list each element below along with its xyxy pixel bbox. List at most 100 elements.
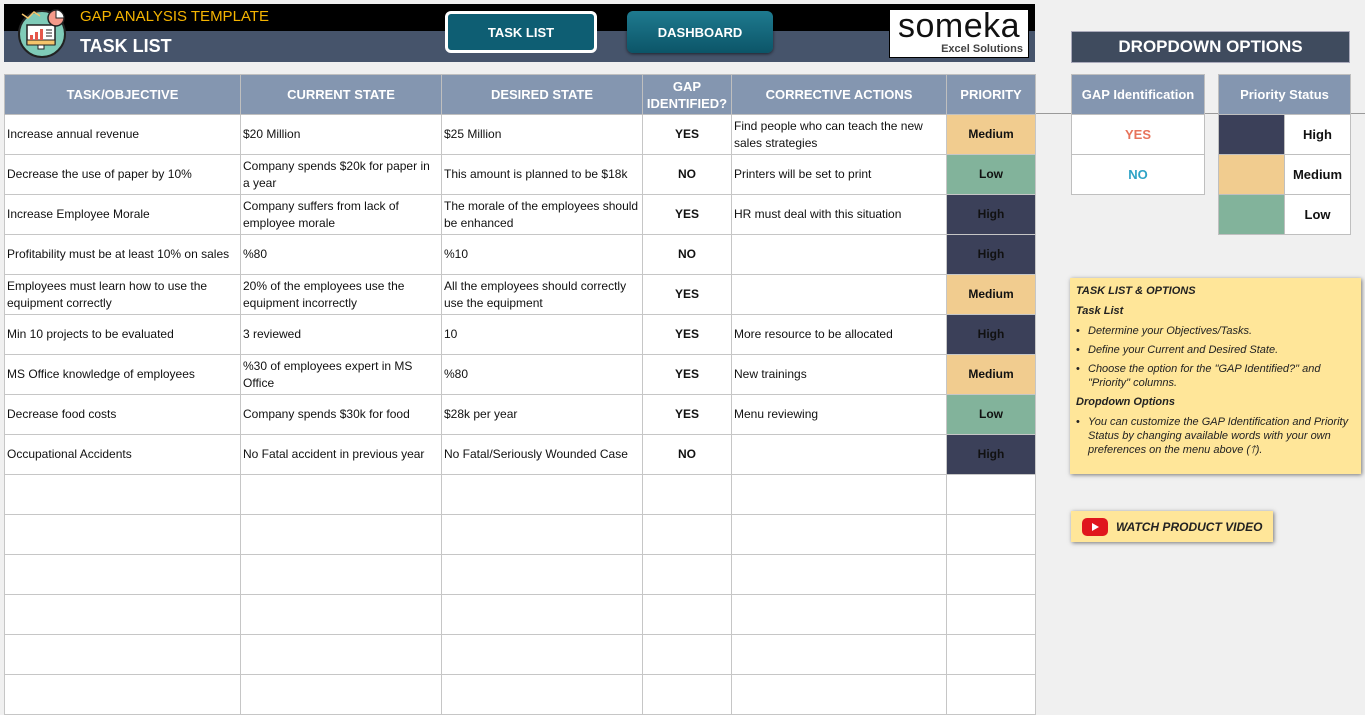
- cell-gap-identified[interactable]: [642, 474, 732, 515]
- cell-current-state[interactable]: [240, 474, 442, 515]
- cell-corrective-action[interactable]: [731, 434, 947, 475]
- cell-task[interactable]: Decrease the use of paper by 10%: [4, 154, 241, 195]
- cell-current-state[interactable]: [240, 634, 442, 675]
- cell-current-state[interactable]: %80: [240, 234, 442, 275]
- priority-option-high[interactable]: High: [1284, 114, 1351, 155]
- cell-gap-identified[interactable]: YES: [642, 194, 732, 235]
- nav-dashboard-button[interactable]: DASHBOARD: [627, 11, 773, 53]
- cell-current-state[interactable]: [240, 514, 442, 555]
- cell-priority[interactable]: High: [946, 314, 1036, 355]
- cell-desired-state[interactable]: No Fatal/Seriously Wounded Case: [441, 434, 643, 475]
- cell-priority[interactable]: [946, 594, 1036, 635]
- cell-corrective-action[interactable]: HR must deal with this situation: [731, 194, 947, 235]
- cell-corrective-action[interactable]: More resource to be allocated: [731, 314, 947, 355]
- cell-priority[interactable]: Low: [946, 154, 1036, 195]
- cell-desired-state[interactable]: [441, 514, 643, 555]
- cell-desired-state[interactable]: [441, 634, 643, 675]
- cell-task[interactable]: [4, 674, 241, 715]
- cell-desired-state[interactable]: $28k per year: [441, 394, 643, 435]
- cell-task[interactable]: Increase Employee Morale: [4, 194, 241, 235]
- cell-desired-state[interactable]: %10: [441, 234, 643, 275]
- cell-task[interactable]: Occupational Accidents: [4, 434, 241, 475]
- cell-current-state[interactable]: 20% of the employees use the equipment i…: [240, 274, 442, 315]
- cell-corrective-action[interactable]: [731, 274, 947, 315]
- cell-desired-state[interactable]: [441, 594, 643, 635]
- cell-priority[interactable]: [946, 554, 1036, 595]
- cell-desired-state[interactable]: The morale of the employees should be en…: [441, 194, 643, 235]
- cell-desired-state[interactable]: [441, 674, 643, 715]
- cell-gap-identified[interactable]: YES: [642, 394, 732, 435]
- cell-current-state[interactable]: [240, 554, 442, 595]
- cell-current-state[interactable]: Company spends $30k for food: [240, 394, 442, 435]
- cell-priority[interactable]: High: [946, 194, 1036, 235]
- cell-gap-identified[interactable]: YES: [642, 274, 732, 315]
- cell-gap-identified[interactable]: YES: [642, 314, 732, 355]
- cell-corrective-action[interactable]: Printers will be set to print: [731, 154, 947, 195]
- cell-task[interactable]: Employees must learn how to use the equi…: [4, 274, 241, 315]
- cell-corrective-action[interactable]: New trainings: [731, 354, 947, 395]
- cell-desired-state[interactable]: %80: [441, 354, 643, 395]
- cell-corrective-action[interactable]: [731, 514, 947, 555]
- cell-task[interactable]: MS Office knowledge of employees: [4, 354, 241, 395]
- cell-task[interactable]: [4, 634, 241, 675]
- cell-corrective-action[interactable]: [731, 674, 947, 715]
- cell-current-state[interactable]: 3 reviewed: [240, 314, 442, 355]
- cell-gap-identified[interactable]: NO: [642, 434, 732, 475]
- cell-current-state[interactable]: %30 of employees expert in MS Office: [240, 354, 442, 395]
- cell-priority[interactable]: Medium: [946, 114, 1036, 155]
- cell-corrective-action[interactable]: [731, 474, 947, 515]
- cell-task[interactable]: [4, 594, 241, 635]
- cell-corrective-action[interactable]: [731, 634, 947, 675]
- cell-current-state[interactable]: [240, 594, 442, 635]
- cell-desired-state[interactable]: 10: [441, 314, 643, 355]
- cell-priority[interactable]: [946, 674, 1036, 715]
- cell-task[interactable]: [4, 554, 241, 595]
- cell-gap-identified[interactable]: [642, 594, 732, 635]
- cell-gap-identified[interactable]: NO: [642, 234, 732, 275]
- cell-desired-state[interactable]: All the employees should correctly use t…: [441, 274, 643, 315]
- priority-option-low[interactable]: Low: [1284, 194, 1351, 235]
- cell-priority[interactable]: Low: [946, 394, 1036, 435]
- instructions-section-heading: Task List: [1076, 305, 1124, 317]
- cell-gap-identified[interactable]: [642, 674, 732, 715]
- cell-gap-identified[interactable]: [642, 514, 732, 555]
- cell-desired-state[interactable]: This amount is planned to be $18k: [441, 154, 643, 195]
- cell-current-state[interactable]: [240, 674, 442, 715]
- cell-priority[interactable]: Medium: [946, 354, 1036, 395]
- cell-desired-state[interactable]: [441, 474, 643, 515]
- cell-task[interactable]: Decrease food costs: [4, 394, 241, 435]
- cell-task[interactable]: Increase annual revenue: [4, 114, 241, 155]
- cell-priority[interactable]: [946, 514, 1036, 555]
- cell-task[interactable]: Min 10 projects to be evaluated: [4, 314, 241, 355]
- cell-current-state[interactable]: Company spends $20k for paper in a year: [240, 154, 442, 195]
- cell-current-state[interactable]: $20 Million: [240, 114, 442, 155]
- someka-logo[interactable]: someka Excel Solutions: [889, 7, 1029, 58]
- cell-priority[interactable]: [946, 474, 1036, 515]
- cell-priority[interactable]: Medium: [946, 274, 1036, 315]
- cell-desired-state[interactable]: [441, 554, 643, 595]
- cell-corrective-action[interactable]: [731, 554, 947, 595]
- cell-desired-state[interactable]: $25 Million: [441, 114, 643, 155]
- priority-option-medium[interactable]: Medium: [1284, 154, 1351, 195]
- cell-current-state[interactable]: Company suffers from lack of employee mo…: [240, 194, 442, 235]
- cell-corrective-action[interactable]: Menu reviewing: [731, 394, 947, 435]
- cell-task[interactable]: Profitability must be at least 10% on sa…: [4, 234, 241, 275]
- cell-corrective-action[interactable]: [731, 594, 947, 635]
- cell-corrective-action[interactable]: Find people who can teach the new sales …: [731, 114, 947, 155]
- gap-option-no[interactable]: NO: [1071, 154, 1205, 195]
- cell-task[interactable]: [4, 514, 241, 555]
- watch-product-video-button[interactable]: WATCH PRODUCT VIDEO: [1071, 511, 1273, 542]
- cell-gap-identified[interactable]: [642, 554, 732, 595]
- nav-task-list-button[interactable]: TASK LIST: [445, 11, 597, 53]
- gap-option-yes[interactable]: YES: [1071, 114, 1205, 155]
- cell-gap-identified[interactable]: YES: [642, 114, 732, 155]
- cell-corrective-action[interactable]: [731, 234, 947, 275]
- cell-priority[interactable]: High: [946, 234, 1036, 275]
- cell-priority[interactable]: High: [946, 434, 1036, 475]
- cell-current-state[interactable]: No Fatal accident in previous year: [240, 434, 442, 475]
- cell-priority[interactable]: [946, 634, 1036, 675]
- cell-gap-identified[interactable]: NO: [642, 154, 732, 195]
- cell-gap-identified[interactable]: YES: [642, 354, 732, 395]
- cell-task[interactable]: [4, 474, 241, 515]
- cell-gap-identified[interactable]: [642, 634, 732, 675]
